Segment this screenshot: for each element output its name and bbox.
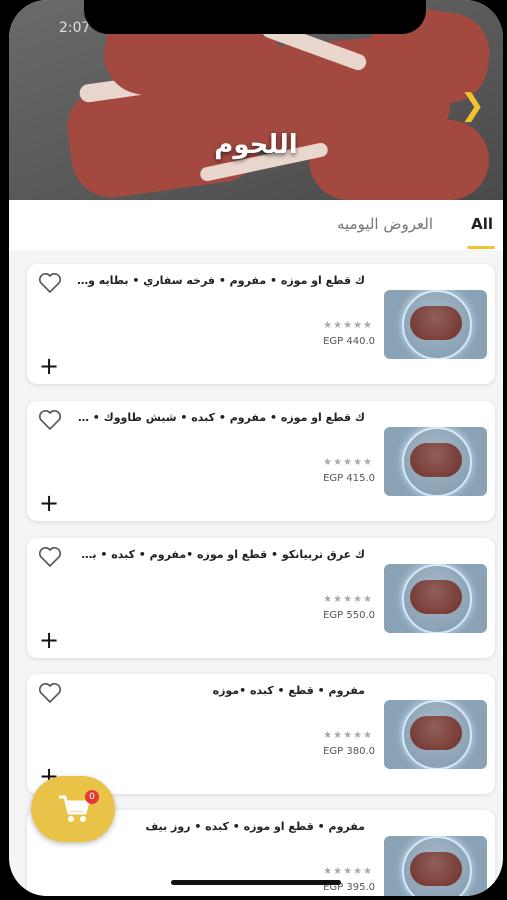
- rating-stars: ★★★★★: [323, 730, 373, 741]
- product-image: [384, 564, 487, 633]
- product-card[interactable]: ك قطع او موزه • مفروم • كبده • شيش طاووك…: [27, 401, 495, 521]
- tab-daily-offers[interactable]: العروض اليوميه: [337, 215, 433, 233]
- product-title: ك عرق تربيانكو • قطع او موزه •مفروم • كب…: [75, 548, 365, 561]
- category-tabs: All العروض اليوميه: [9, 200, 503, 250]
- tab-all[interactable]: All: [471, 215, 493, 233]
- product-price: EGP 380.0: [323, 746, 375, 757]
- heart-icon[interactable]: [37, 409, 63, 431]
- product-card[interactable]: ك قطع او موزه • مفروم • فرخه سفاري • بطا…: [27, 264, 495, 384]
- product-image: [384, 836, 487, 896]
- chevron-right-icon[interactable]: ❯: [460, 88, 485, 123]
- heart-icon[interactable]: [37, 272, 63, 294]
- heart-icon[interactable]: [37, 546, 63, 568]
- product-price: EGP 550.0: [323, 610, 375, 621]
- heart-icon[interactable]: [37, 682, 63, 704]
- product-title: ك قطع او موزه • مفروم • فرخه سفاري • بطا…: [75, 274, 365, 287]
- category-title: اللحوم: [214, 130, 298, 160]
- rating-stars: ★★★★★: [323, 594, 373, 605]
- product-image: [384, 700, 487, 769]
- product-price: EGP 415.0: [323, 473, 375, 484]
- cart-button[interactable]: 0: [31, 776, 115, 842]
- product-price: EGP 440.0: [323, 336, 375, 347]
- tab-all-indicator: [467, 246, 495, 249]
- product-image: [384, 290, 487, 359]
- add-to-cart-button[interactable]: +: [39, 628, 59, 652]
- cart-badge: 0: [85, 790, 99, 804]
- device-notch: [84, 0, 426, 34]
- home-indicator: [171, 880, 341, 885]
- phone-screen: 2:07 اللحوم ❯ All العروض اليوميه ك قطع ا…: [9, 0, 503, 896]
- product-card[interactable]: مفروم • قطع • كبده •موزه ★★★★★ EGP 380.0…: [27, 674, 495, 794]
- rating-stars: ★★★★★: [323, 866, 373, 877]
- rating-stars: ★★★★★: [323, 457, 373, 468]
- product-card[interactable]: ك عرق تربيانكو • قطع او موزه •مفروم • كب…: [27, 538, 495, 658]
- product-title: مفروم • قطع • كبده •موزه: [212, 684, 365, 697]
- product-image: [384, 427, 487, 496]
- product-title: ك قطع او موزه • مفروم • كبده • شيش طاووك…: [75, 411, 365, 424]
- add-to-cart-button[interactable]: +: [39, 354, 59, 378]
- status-time: 2:07: [59, 20, 91, 36]
- product-title: مفروم • قطع او موزه • كبده • روز بيف: [145, 820, 365, 833]
- rating-stars: ★★★★★: [323, 320, 373, 331]
- add-to-cart-button[interactable]: +: [39, 491, 59, 515]
